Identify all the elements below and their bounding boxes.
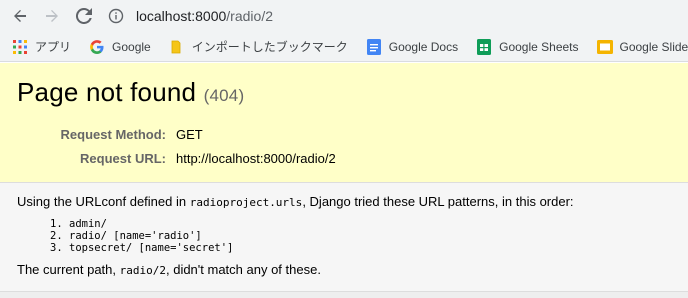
google-docs-icon	[366, 38, 382, 55]
page-title-text: Page not found	[17, 77, 197, 107]
request-url-label: Request URL:	[80, 150, 166, 166]
arrow-left-icon	[14, 10, 26, 22]
reload-icon	[76, 8, 92, 24]
forward-button[interactable]	[40, 4, 64, 28]
bookmarks-bar: アプリ Google インポートしたブックマーク Google Docs Goo…	[0, 32, 688, 62]
url-host: localhost:8000	[136, 8, 227, 24]
request-url-value: http://localhost:8000/radio/2	[176, 150, 336, 166]
folder-icon	[169, 39, 185, 55]
bookmark-label: Google Slides	[619, 39, 688, 54]
bookmark-google-sheets[interactable]: Google Sheets	[476, 38, 579, 55]
bookmark-label: インポートしたブックマーク	[191, 40, 348, 54]
google-slides-icon	[596, 39, 613, 55]
google-sheets-icon	[476, 38, 492, 55]
browser-toolbar: localhost:8000/radio/2	[0, 0, 688, 32]
request-method-row: Request Method: GET	[17, 122, 671, 146]
bookmark-google[interactable]: Google	[89, 39, 151, 55]
current-path-sentence: The current path, radio/2, didn't match …	[17, 262, 671, 277]
bookmark-apps[interactable]: アプリ	[12, 38, 71, 55]
bookmark-label: アプリ	[35, 40, 72, 54]
current-path-suffix: , didn't match any of these.	[165, 262, 321, 277]
urlconf-prefix: Using the URLconf defined in	[17, 194, 190, 209]
url-pattern-item: topsecret/ [name='secret']	[69, 242, 671, 254]
info-icon[interactable]	[108, 7, 126, 25]
error-summary: Page not found (404) Request Method: GET…	[0, 63, 688, 183]
page-title: Page not found (404)	[17, 77, 671, 108]
bookmark-google-docs[interactable]: Google Docs	[366, 38, 459, 55]
request-url-row: Request URL: http://localhost:8000/radio…	[17, 146, 671, 170]
url-path: /radio/2	[226, 8, 273, 24]
bookmark-label: Google Docs	[388, 39, 459, 54]
google-g-icon	[89, 39, 105, 55]
urlconf-suffix: , Django tried these URL patterns, in th…	[302, 194, 574, 209]
reload-button[interactable]	[72, 4, 96, 28]
request-method-label: Request Method:	[60, 126, 166, 142]
bottom-divider	[0, 291, 688, 298]
bookmark-label: Google	[112, 39, 151, 54]
url-pattern-item: admin/	[69, 218, 671, 230]
arrow-right-icon	[46, 10, 58, 22]
url-pattern-item: radio/ [name='radio']	[69, 230, 671, 242]
current-path: radio/2	[119, 264, 166, 277]
bookmark-imported-folder[interactable]: インポートしたブックマーク	[169, 38, 348, 55]
back-button[interactable]	[8, 4, 32, 28]
bookmark-google-slides[interactable]: Google Slides	[596, 39, 688, 55]
address-bar[interactable]: localhost:8000/radio/2	[108, 4, 688, 28]
error-info: Using the URLconf defined in radioprojec…	[0, 183, 688, 298]
current-path-prefix: The current path,	[17, 262, 120, 277]
status-code: (404)	[203, 86, 245, 105]
url-patterns-list: admin/ radio/ [name='radio'] topsecret/ …	[17, 218, 671, 254]
request-meta: Request Method: GET Request URL: http://…	[17, 122, 671, 170]
request-method-value: GET	[176, 126, 203, 142]
urlconf-sentence: Using the URLconf defined in radioprojec…	[17, 194, 671, 209]
bookmark-label: Google Sheets	[499, 39, 579, 54]
urlconf-module: radioproject.urls	[189, 196, 303, 209]
apps-grid-icon	[12, 39, 28, 55]
